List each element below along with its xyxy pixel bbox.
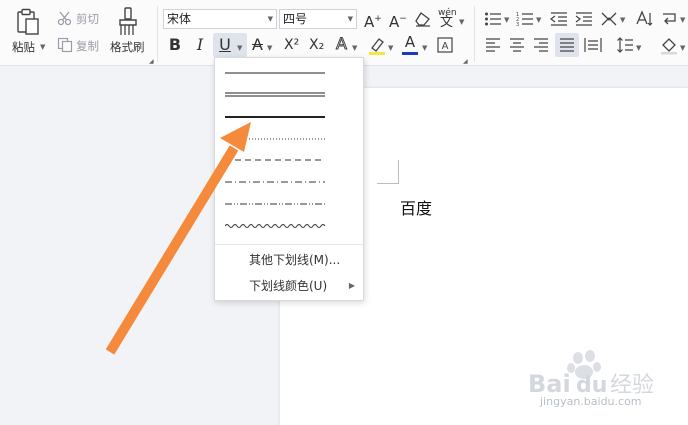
watermark-url: jingyan.baidu.com	[540, 395, 642, 408]
svg-text:Bai: Bai	[528, 370, 571, 398]
